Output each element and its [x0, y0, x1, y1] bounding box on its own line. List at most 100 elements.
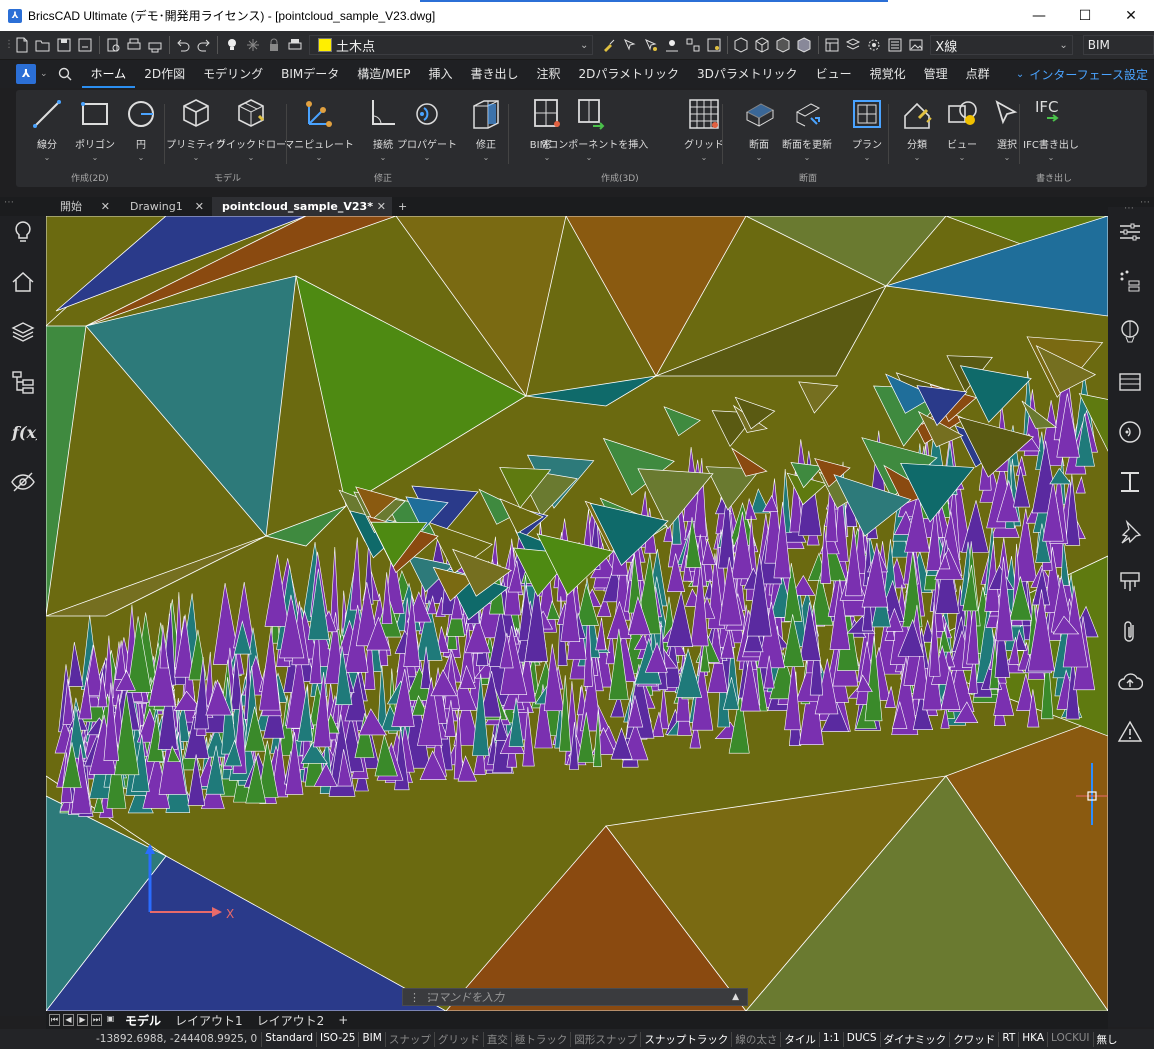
new-icon[interactable] — [13, 35, 32, 55]
undo-icon[interactable] — [173, 35, 192, 55]
layout-tab-layout2[interactable]: レイアウト2 — [252, 1012, 330, 1029]
layer-on-icon[interactable] — [222, 35, 241, 55]
layout-tab-layout1[interactable]: レイアウト1 — [170, 1012, 248, 1029]
minimize-button[interactable]: — — [1016, 0, 1062, 31]
ribbon-tool-18[interactable]: IFC IFC書き出し ⌄ — [1023, 96, 1079, 162]
3d-visual-icon[interactable] — [774, 35, 793, 55]
ribbon-tool-16[interactable]: ビュー ⌄ — [937, 96, 987, 162]
properties-sliders-icon[interactable] — [1117, 219, 1143, 245]
ribbon-tab-2[interactable]: モデリング — [194, 60, 272, 88]
ribbon-tab-3[interactable]: BIMデータ — [272, 60, 348, 88]
status-toggle-18[interactable]: 無し — [1092, 1031, 1121, 1047]
workspace-dropdown[interactable]: BIM — [1082, 35, 1154, 55]
ribbon-tool-15[interactable]: 分類 ⌄ — [892, 96, 942, 162]
status-toggle-2[interactable]: BIM — [358, 1031, 384, 1047]
ribbon-tab-8[interactable]: 2Dパラメトリック — [570, 60, 689, 88]
isolate-icon[interactable] — [662, 35, 681, 55]
status-toggle-16[interactable]: HKA — [1018, 1031, 1047, 1047]
close-icon[interactable]: ✕ — [101, 197, 110, 216]
match-properties-icon[interactable] — [599, 35, 618, 55]
maximize-button[interactable]: ☐ — [1062, 0, 1108, 31]
status-toggle-1[interactable]: ISO-25 — [316, 1031, 358, 1047]
3d-box2-icon[interactable] — [753, 35, 772, 55]
unisolate-icon[interactable] — [704, 35, 723, 55]
structure-beam-icon[interactable] — [1117, 469, 1143, 495]
prev-layout-button[interactable]: ◀ — [63, 1014, 74, 1026]
quick-select-icon[interactable] — [641, 35, 660, 55]
status-toggle-15[interactable]: RT — [998, 1031, 1018, 1047]
doc-tab-pointcloud[interactable]: pointcloud_sample_V23* ✕ — [212, 197, 392, 216]
ribbon-tool-17[interactable]: 選択 ⌄ — [982, 96, 1032, 162]
print-preview-icon[interactable] — [104, 35, 123, 55]
ribbon-tab-9[interactable]: 3Dパラメトリック — [688, 60, 807, 88]
interface-settings-link[interactable]: ⌄ インターフェース設定 — [1016, 66, 1148, 83]
status-toggle-11[interactable]: 1:1 — [818, 1031, 843, 1047]
attachments-clip-icon[interactable] — [1117, 619, 1143, 645]
image-icon[interactable] — [906, 35, 925, 55]
panel-icon[interactable] — [823, 35, 842, 55]
ribbon-tool-1[interactable]: ポリゴン ⌄ — [70, 96, 120, 162]
status-toggle-4[interactable]: グリッド — [433, 1031, 483, 1047]
ribbon-tab-12[interactable]: 管理 — [915, 60, 957, 88]
tips-lightbulb-icon[interactable] — [9, 218, 37, 246]
layer-lock-icon[interactable] — [264, 35, 283, 55]
status-toggle-0[interactable]: Standard — [261, 1031, 316, 1047]
cloud-upload-icon[interactable] — [1117, 669, 1143, 695]
publish-icon[interactable] — [146, 35, 165, 55]
pointcloud-bim-icon[interactable] — [1117, 569, 1143, 595]
layer-dropdown[interactable]: 土木点 ⌄ — [309, 35, 594, 55]
ribbon-tool-10[interactable]: BIMコンポーネントを挿入 ⌄ — [530, 96, 648, 162]
first-layout-button[interactable]: ⏮ — [49, 1014, 60, 1026]
ribbon-tab-1[interactable]: 2D作図 — [135, 60, 194, 88]
status-toggle-7[interactable]: 図形スナップ — [570, 1031, 640, 1047]
last-layout-button[interactable]: ⏭ — [91, 1014, 102, 1026]
ribbon-tool-5[interactable]: マニピュレート ⌄ — [284, 96, 354, 162]
status-toggle-3[interactable]: スナップ — [384, 1031, 434, 1047]
add-layout-button[interactable]: + — [333, 1013, 353, 1027]
status-toggle-14[interactable]: クワッド — [949, 1031, 998, 1047]
status-toggle-13[interactable]: ダイナミック — [879, 1031, 950, 1047]
close-icon[interactable]: ✕ — [377, 197, 386, 216]
pin-icon[interactable] — [1117, 519, 1143, 545]
close-button[interactable]: ✕ — [1108, 0, 1154, 31]
plot-icon[interactable] — [125, 35, 144, 55]
linetype-dropdown[interactable]: X線 ⌄ — [930, 35, 1073, 55]
status-toggle-5[interactable]: 直交 — [482, 1031, 511, 1047]
3d-render-icon[interactable] — [795, 35, 814, 55]
ribbon-tab-0[interactable]: ホーム — [81, 60, 136, 88]
command-line-input[interactable]: ⋮ ⋮ コマンドを入力 ▲ — [402, 988, 748, 1006]
ribbon-tool-13[interactable]: 断面を更新 ⌄ — [782, 96, 832, 162]
ribbon-tool-6[interactable]: 接続 ⌄ — [358, 96, 408, 162]
ribbon-tool-4[interactable]: クイックドロー ⌄ — [216, 96, 286, 162]
layers-panel-icon[interactable] — [844, 35, 863, 55]
model-viewport[interactable]: X — [46, 216, 1108, 1011]
3d-box-icon[interactable] — [732, 35, 751, 55]
visibility-off-icon[interactable] — [9, 468, 37, 496]
balloon-render-icon[interactable] — [1117, 319, 1143, 345]
warning-icon[interactable] — [1117, 719, 1143, 745]
settings-icon[interactable] — [865, 35, 884, 55]
chevron-down-icon[interactable]: ⌄ — [40, 69, 48, 79]
next-layout-button[interactable]: ▶ — [77, 1014, 88, 1026]
library-panel-icon[interactable] — [1117, 369, 1143, 395]
layers-icon[interactable] — [9, 318, 37, 346]
home-icon[interactable] — [9, 268, 37, 296]
save-icon[interactable] — [55, 35, 74, 55]
close-icon[interactable]: ✕ — [195, 197, 204, 216]
open-icon[interactable] — [34, 35, 53, 55]
ribbon-tool-3[interactable]: プリミティブ ⌄ — [166, 96, 226, 162]
ribbon-tool-8[interactable]: 修正 ⌄ — [461, 96, 511, 162]
doc-tab-start[interactable]: 開始 ✕ — [50, 197, 116, 216]
status-toggle-8[interactable]: スナップトラック — [640, 1031, 731, 1047]
ribbon-tool-2[interactable]: 円 ⌄ — [116, 96, 166, 162]
hide-icon[interactable] — [683, 35, 702, 55]
ribbon-tab-11[interactable]: 視覚化 — [861, 60, 915, 88]
layer-freeze-icon[interactable] — [243, 35, 262, 55]
status-toggle-17[interactable]: LOCKUI — [1047, 1031, 1092, 1047]
ribbon-tool-7[interactable]: プロパゲート ⌄ — [397, 96, 457, 162]
propagate-panel-icon[interactable] — [1117, 419, 1143, 445]
layer-plot-icon[interactable] — [285, 35, 304, 55]
ribbon-tool-12[interactable]: 断面 ⌄ — [734, 96, 784, 162]
new-tab-button[interactable]: + — [392, 197, 412, 216]
ribbon-tool-14[interactable]: プラン ⌄ — [842, 96, 892, 162]
